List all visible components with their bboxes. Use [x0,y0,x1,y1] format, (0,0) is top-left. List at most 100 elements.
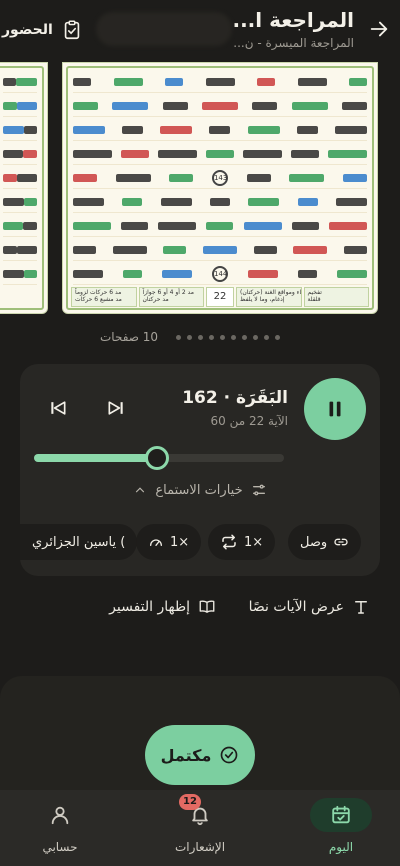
arabic-word [289,173,325,182]
show-tafsir-button[interactable]: إظهار التفسير [109,598,216,616]
verse-number-mark: 143 [211,169,228,186]
pagination-dot[interactable] [264,335,269,340]
arabic-word [3,101,17,110]
arabic-word [342,173,367,182]
blurred-pill [96,12,232,46]
show-text-button[interactable]: عرض الآيات نصًا [249,598,370,616]
pause-icon [329,401,341,417]
arabic-word [73,149,112,158]
nav-label-notifications: الإشعارات [174,840,226,854]
pagination-dot[interactable] [220,335,225,340]
arabic-word [243,221,282,230]
clipboard-check-icon [64,20,80,40]
arabic-word [293,245,328,254]
arabic-word [252,101,278,110]
arabic-word [206,149,234,158]
arabic-word [162,269,192,278]
pagination-dot[interactable] [187,335,192,340]
nav-label-today: اليوم [328,840,354,854]
arabic-word [73,125,105,134]
mushaf-text-line [73,143,367,165]
mark-complete-button[interactable]: مكتمل [145,725,255,785]
pagination-dot[interactable] [176,335,181,340]
arabic-word [23,197,37,206]
pagination-dot[interactable] [275,335,280,340]
listening-options-toggle[interactable]: خيارات الاستماع [20,482,380,498]
nav-item-account[interactable]: حسابي [0,798,120,854]
arabic-word [158,221,197,230]
arabic-word [243,149,282,158]
arabic-word [296,125,318,134]
top-bar: المراجعة ا... المراجعة الميسرة - ن... ال… [0,0,400,62]
mushaf-text-line [73,71,367,93]
arabic-word [209,197,230,206]
arabic-word [16,77,37,86]
arabic-word [246,173,271,182]
audio-player-card: البَقَرَة · 162 الآية 22 من 60 خيارات ال… [20,364,380,576]
arabic-word [291,101,328,110]
arabic-word [343,245,367,254]
page-number: 22 [206,287,234,307]
arabic-word [112,101,149,110]
arabic-word [73,197,104,206]
mushaf-page-current[interactable]: 143 144 مد 6 حركات لزوماً مد مشبع 6 حركات… [62,62,378,314]
calendar-check-icon [332,805,350,824]
pagination-dot[interactable] [242,335,247,340]
pause-button[interactable] [304,378,366,440]
arabic-word [297,77,327,86]
pages-count: 10 صفحات [100,330,159,344]
show-tafsir-label: إظهار التفسير [109,599,190,615]
mushaf-page-previous[interactable] [0,62,48,314]
playback-slider[interactable] [34,446,284,470]
arabic-word [206,221,234,230]
repeat-chip[interactable]: 1× [208,524,276,560]
attendance-button[interactable]: الحضور [0,14,83,46]
arabic-word [122,125,144,134]
mushaf-text-line [3,71,37,93]
arabic-word [121,149,149,158]
mushaf-carousel[interactable]: 143 144 مد 6 حركات لزوماً مد مشبع 6 حركات… [0,62,400,322]
nav-item-today[interactable]: اليوم [281,798,400,854]
legend-item: قلقلة [307,296,321,303]
skip-previous-icon[interactable] [48,398,68,418]
pagination-dot[interactable] [253,335,258,340]
arabic-word [209,125,231,134]
skip-next-icon[interactable] [106,398,126,418]
arabic-word [162,101,188,110]
speedometer-icon [150,539,162,546]
arabic-word [247,125,280,134]
arabic-word [3,173,17,182]
arabic-word [73,173,97,182]
connect-chip[interactable]: وصل [288,524,362,560]
arabic-word [291,221,319,230]
arabic-word [165,77,183,86]
arrow-right-icon[interactable] [368,18,390,40]
sliders-icon [252,484,265,496]
mushaf-text-line [73,215,367,237]
pagination-dot[interactable] [231,335,236,340]
arabic-word [73,221,111,230]
nav-icon-container: 12 [169,794,231,832]
arabic-word [122,197,143,206]
arabic-word [3,269,24,278]
pagination-dot[interactable] [209,335,214,340]
pagination-dot[interactable] [198,335,203,340]
arabic-word [160,125,193,134]
speed-chip[interactable]: 1× [136,524,202,560]
reciter-chip[interactable]: ياسين الجزائري ( [20,524,138,560]
repeat-icon [222,534,236,550]
mushaf-text-line [3,215,37,237]
arabic-word [3,221,23,230]
arabic-word [341,101,367,110]
arabic-word [16,101,37,110]
legend-item: مد حركتان [142,296,169,303]
arabic-word [16,173,37,182]
slider-thumb[interactable] [144,446,169,470]
legend-box-1: مد 6 حركات لزوماً مد مشبع 6 حركات [71,287,137,307]
attendance-label: الحضور [2,22,53,38]
arabic-word [3,149,23,158]
mark-complete-label: مكتمل [160,745,212,765]
arabic-word [163,245,187,254]
nav-item-notifications[interactable]: 12 الإشعارات [140,794,260,854]
arabic-word [22,221,37,230]
